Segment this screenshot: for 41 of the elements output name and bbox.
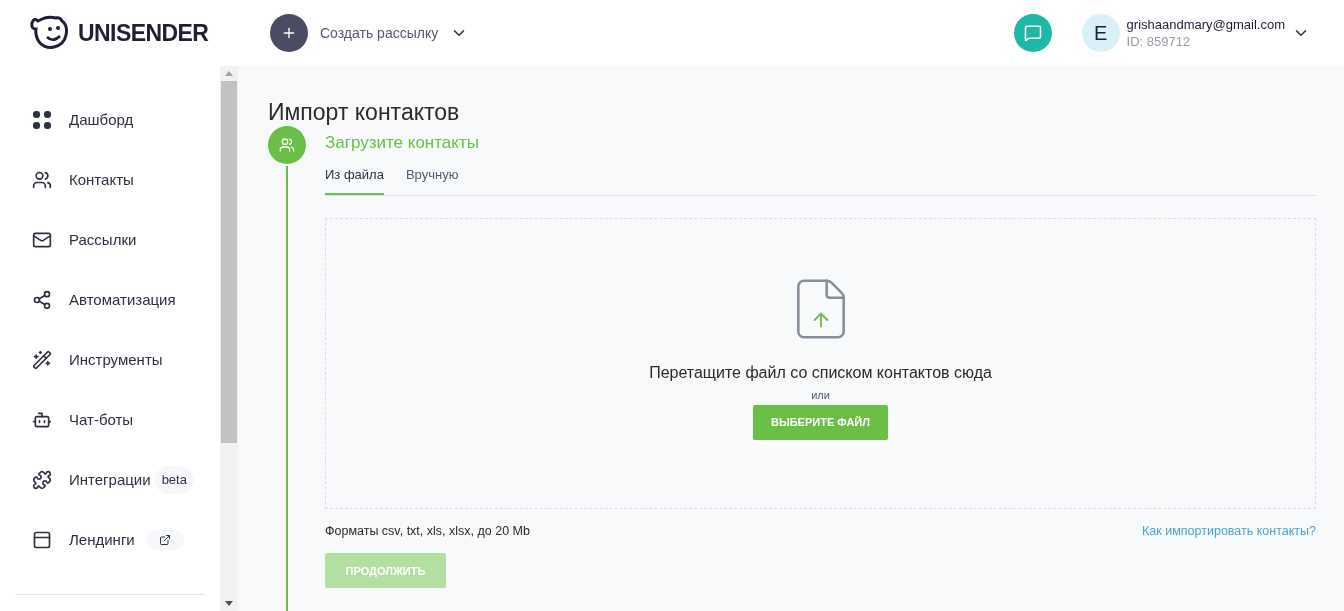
step-icon [268, 126, 306, 164]
or-text: или [811, 387, 830, 403]
chat-icon [1023, 24, 1042, 42]
people-icon [32, 170, 52, 190]
step-title: Загрузите контакты [325, 133, 480, 153]
nodes-icon [32, 290, 52, 310]
grid-icon [32, 110, 52, 130]
sidebar-item[interactable]: Интеграции [69, 468, 151, 492]
sidebar-item[interactable]: Рассылки [69, 228, 137, 252]
formats-text: Форматы csv, txt, xls, xlsx, до 20 Mb [325, 522, 530, 540]
page-title: Импорт контактов [268, 98, 461, 126]
robot-icon [32, 410, 52, 430]
sidebar-item[interactable]: Автоматизация [69, 288, 176, 312]
sidebar-item[interactable]: Дашборд [69, 108, 134, 132]
scrollbar-thumb[interactable] [221, 81, 237, 443]
scroll-down-icon[interactable] [225, 601, 233, 606]
external-link-icon [158, 534, 171, 546]
envelope-icon [32, 230, 52, 250]
beta-badge: beta [154, 466, 194, 494]
user-id: ID: 859712 [1126, 33, 1192, 50]
tab[interactable]: Из файла [325, 165, 384, 195]
plus-icon [270, 14, 308, 52]
scroll-up-icon[interactable] [225, 71, 233, 76]
sidebar-item[interactable]: Инструменты [69, 348, 163, 372]
user-avatar[interactable]: E [1081, 14, 1120, 52]
user-email: grishaandmary@gmail.com [1126, 16, 1285, 33]
scrollbar[interactable] [220, 66, 238, 611]
chat-button[interactable] [1013, 14, 1052, 52]
dog-logo-icon [30, 15, 70, 51]
magic-wand-icon [32, 350, 52, 370]
puzzle-icon [32, 470, 52, 490]
file-drop-zone[interactable]: Перетащите файл со списком контактов сюда или ВЫБЕРИТЕ ФАЙЛ [325, 217, 1316, 509]
tab[interactable]: Вручную [405, 165, 459, 195]
sidebar-item[interactable]: Лендинги [69, 528, 135, 552]
drop-instructions: Перетащите файл со списком контактов сюда [649, 362, 992, 383]
logo-text: UNISENDER [78, 18, 209, 48]
create-campaign-button[interactable]: Создать рассылку [270, 14, 469, 52]
layout-icon [32, 530, 52, 550]
sidebar-item[interactable]: Контакты [69, 168, 134, 192]
sidebar-item[interactable]: Чат-боты [69, 408, 134, 432]
external-link-badge[interactable] [145, 530, 184, 550]
